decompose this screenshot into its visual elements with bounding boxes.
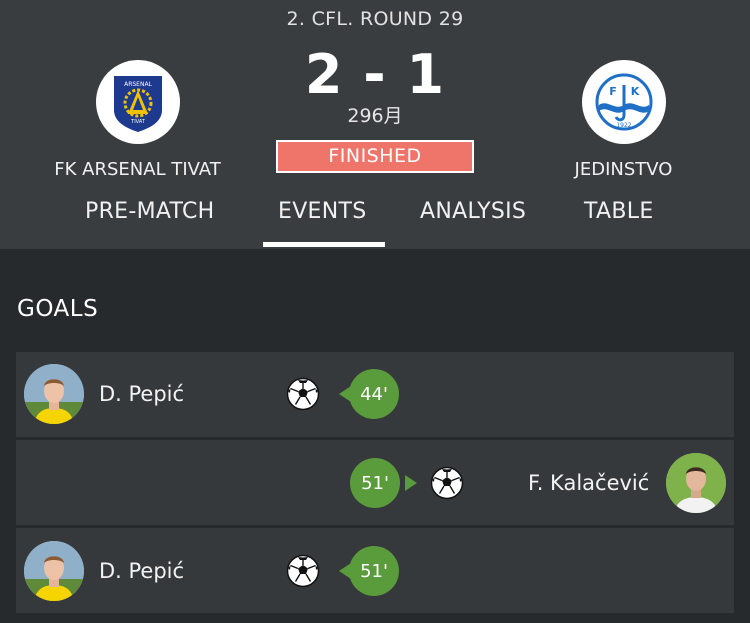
round-title: 2. CFL. ROUND 29 xyxy=(286,8,464,30)
player-name: D. Pepić xyxy=(99,559,185,583)
svg-text:ARSENAL: ARSENAL xyxy=(124,81,152,88)
player-avatar xyxy=(24,364,84,424)
player-name: F. Kalačević xyxy=(528,471,650,495)
tab-analysis[interactable]: ANALYSIS xyxy=(420,199,526,224)
svg-text:F: F xyxy=(609,85,617,98)
goal-minute-badge: 51' xyxy=(350,458,418,508)
away-team[interactable]: F K 1922 JEDINSTVO xyxy=(516,60,731,180)
svg-text:1922: 1922 xyxy=(616,122,631,129)
goals-section-title: GOALS xyxy=(17,296,99,322)
tab-pre-match[interactable]: PRE-MATCH xyxy=(85,199,214,224)
active-tab-indicator xyxy=(263,242,385,247)
goal-event-row[interactable]: 51' F. Kalačević xyxy=(16,440,734,525)
goal-event-row[interactable]: D. Pepić 51' xyxy=(16,528,734,613)
goal-minute: 44' xyxy=(360,383,388,405)
away-team-logo: F K 1922 xyxy=(581,60,666,144)
goal-minute-badge: 44' xyxy=(338,369,406,419)
away-team-name: JEDINSTVO xyxy=(574,159,673,180)
football-icon xyxy=(430,466,464,500)
svg-text:K: K xyxy=(630,85,639,98)
svg-text:TIVAT: TIVAT xyxy=(130,119,146,125)
score: 2 - 1 xyxy=(304,43,446,106)
football-icon xyxy=(286,554,320,588)
match-header: 2. CFL. ROUND 29 ARSENAL TIVAT FK ARSENA… xyxy=(0,0,750,249)
goal-minute: 51' xyxy=(360,560,388,582)
status-badge: FINISHED xyxy=(276,140,474,173)
home-team-name: FK ARSENAL TIVAT xyxy=(54,159,221,180)
tab-events[interactable]: EVENTS xyxy=(278,199,367,224)
football-icon xyxy=(286,377,320,411)
home-team[interactable]: ARSENAL TIVAT FK ARSENAL TIVAT xyxy=(30,60,245,180)
home-team-logo: ARSENAL TIVAT xyxy=(95,60,180,144)
goal-minute: 51' xyxy=(361,472,389,494)
match-date: 296月 xyxy=(347,105,403,127)
goal-minute-badge: 51' xyxy=(338,546,406,596)
player-avatar xyxy=(666,453,726,513)
tab-table[interactable]: TABLE xyxy=(584,199,654,224)
player-name: D. Pepić xyxy=(99,382,185,406)
goal-event-row[interactable]: D. Pepić 44' xyxy=(16,352,734,437)
player-avatar xyxy=(24,541,84,601)
